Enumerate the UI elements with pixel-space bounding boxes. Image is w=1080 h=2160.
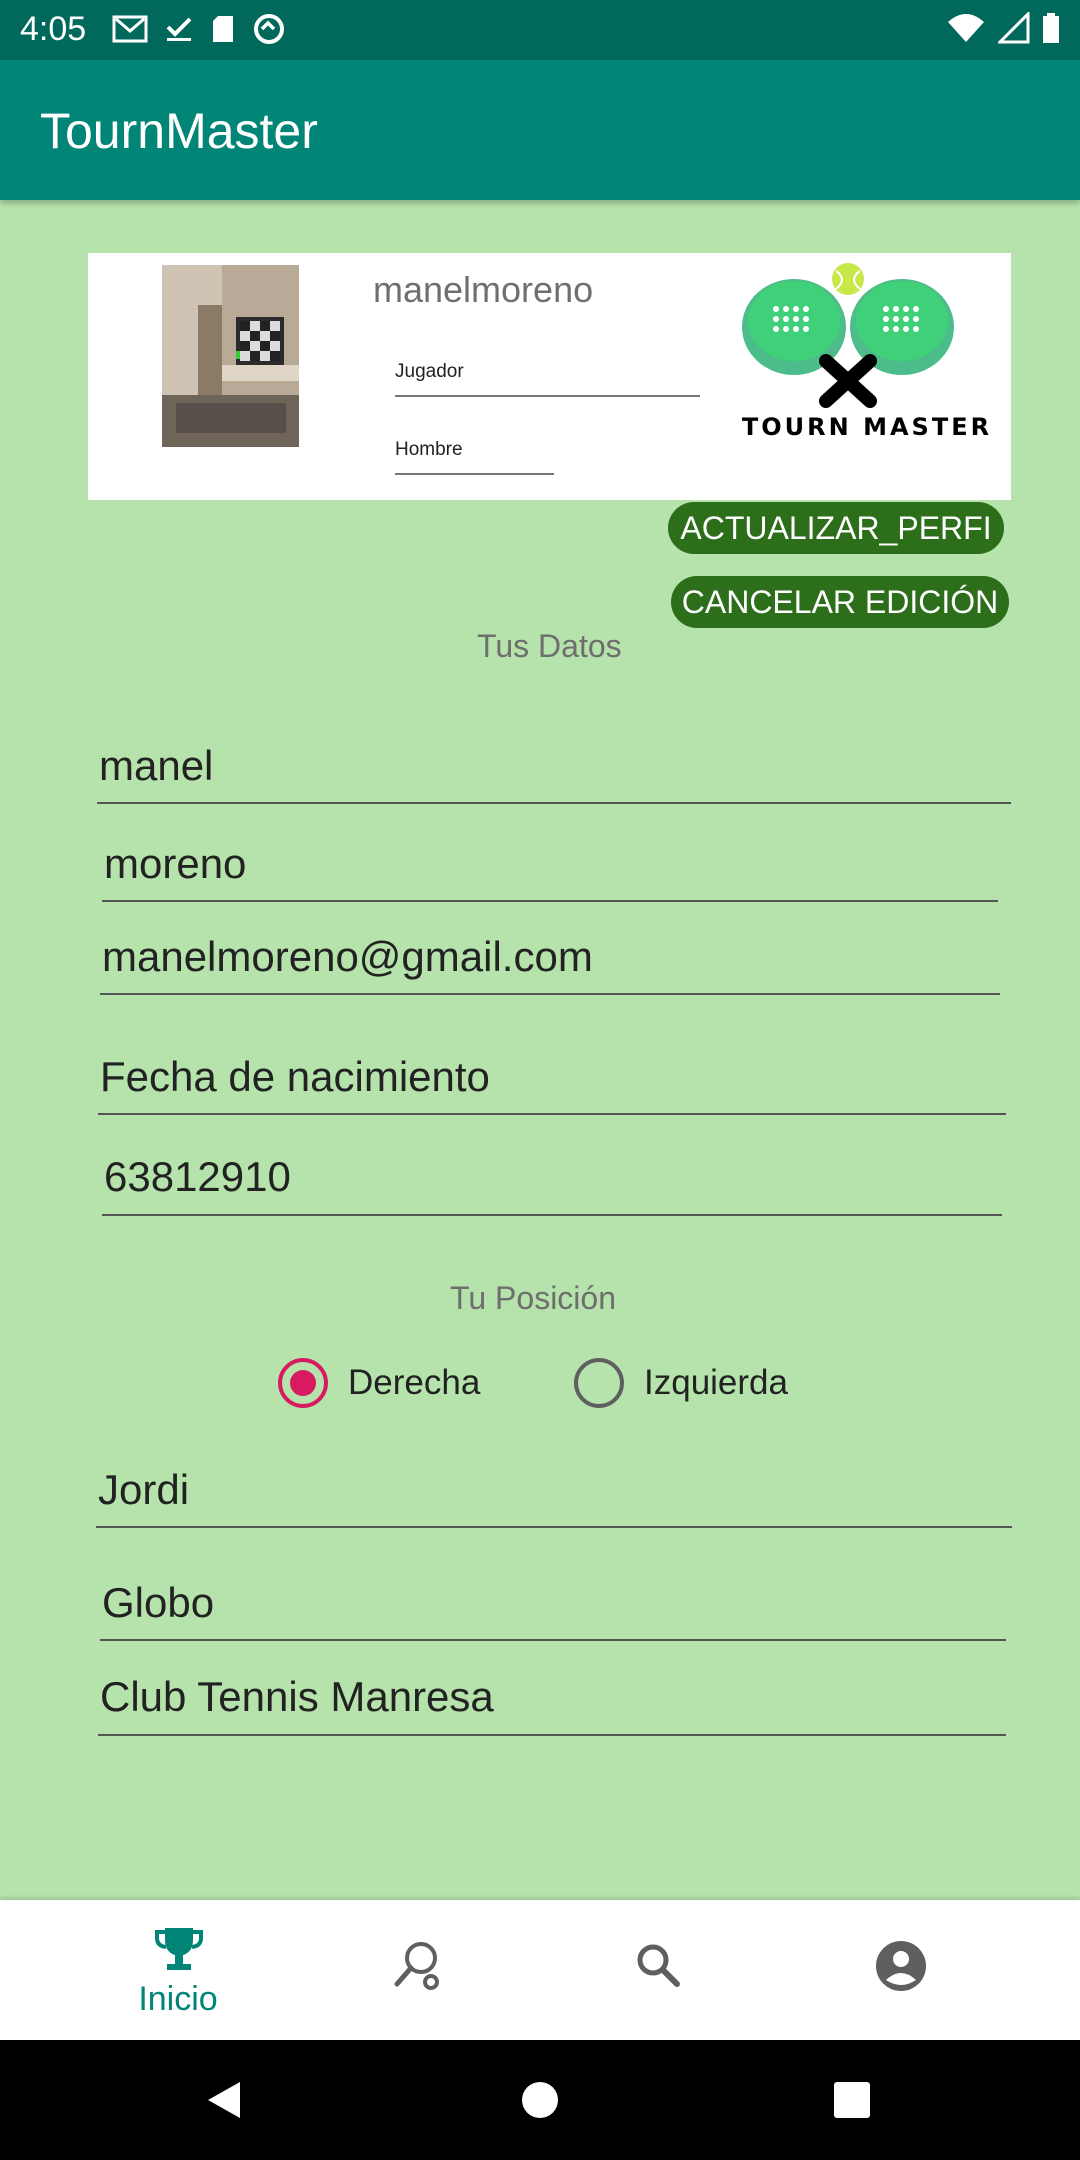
sd-card-icon (213, 16, 233, 42)
home-icon[interactable] (520, 2080, 560, 2120)
club-field[interactable]: Club Tennis Manresa (98, 1673, 1006, 1736)
gmail-icon (112, 15, 148, 43)
nav-item-inicio[interactable]: Inicio (58, 1900, 298, 2040)
position-heading: Tu Posición (450, 1280, 616, 1316)
wifi-icon (948, 14, 984, 42)
bottom-navigation: Inicio (0, 1900, 1080, 2040)
favorite-shot-field[interactable]: Globo (100, 1579, 1006, 1641)
check-icon (166, 17, 192, 41)
status-time: 4:05 (20, 10, 87, 48)
system-navigation-bar (0, 2040, 1080, 2160)
position-left-radio[interactable]: Izquierda (574, 1358, 788, 1408)
system-icons (946, 12, 1060, 44)
gender-field[interactable]: Hombre (395, 439, 554, 475)
tourn-master-logo: TOURN MASTER (736, 261, 998, 451)
signal-icon (998, 12, 1030, 44)
app-bar: TournMaster (0, 60, 1080, 200)
email-field[interactable]: manelmoreno@gmail.com (100, 933, 1000, 995)
battery-icon (1043, 13, 1059, 43)
profile-card: manelmoreno Jugador Hombre TOURN MASTER (88, 253, 1011, 500)
your-data-heading: Tus Datos (477, 628, 622, 664)
app-title: TournMaster (40, 103, 318, 159)
position-right-radio[interactable]: Derecha (278, 1358, 480, 1408)
trophy-icon (155, 1928, 203, 1970)
first-name-field[interactable]: manel (97, 742, 1011, 804)
nav-label-inicio: Inicio (138, 1980, 218, 2018)
search-icon (637, 1944, 680, 1987)
nav-item-tournaments[interactable] (298, 1900, 538, 2040)
phone-field[interactable]: 63812910 (102, 1153, 1002, 1216)
profile-username: manelmoreno (373, 269, 594, 310)
back-icon[interactable] (204, 2080, 244, 2120)
avatar[interactable] (162, 265, 299, 447)
radio-unchecked-icon[interactable] (574, 1358, 624, 1408)
nav-item-search[interactable] (538, 1900, 778, 2040)
partner-field[interactable]: Jordi (96, 1466, 1012, 1528)
sync-icon (254, 14, 284, 44)
account-icon (876, 1941, 926, 1991)
notification-icons (112, 12, 286, 46)
last-name-field[interactable]: moreno (102, 840, 998, 902)
racket-icon (394, 1942, 439, 1990)
cancel-edit-button[interactable]: CANCELAR EDICIÓN (671, 576, 1009, 628)
logo-text: TOURN MASTER (741, 413, 993, 441)
recents-icon[interactable] (834, 2082, 870, 2118)
position-left-label: Izquierda (644, 1363, 788, 1402)
role-field[interactable]: Jugador (395, 361, 700, 397)
nav-item-profile[interactable] (780, 1900, 1020, 2040)
birth-date-field[interactable]: Fecha de nacimiento (98, 1053, 1006, 1115)
update-profile-button[interactable]: ACTUALIZAR_PERFI (668, 502, 1004, 554)
status-bar: 4:05 (0, 0, 1080, 60)
position-right-label: Derecha (348, 1363, 481, 1402)
radio-checked-icon[interactable] (278, 1358, 328, 1408)
